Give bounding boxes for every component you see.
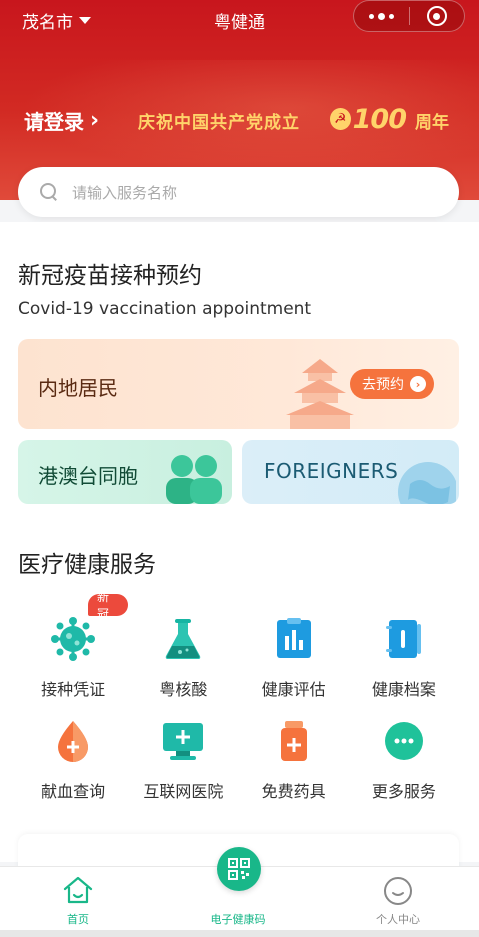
service-more[interactable]: 更多服务: [349, 710, 459, 812]
dot-icon: [389, 13, 394, 19]
login-link[interactable]: 请登录 ›: [24, 106, 99, 135]
service-label: 免费药具: [261, 782, 326, 801]
flask-icon: [166, 619, 201, 659]
more-dots-icon: [384, 722, 423, 760]
foreigners-label: FOREIGNERS: [264, 459, 399, 483]
service-label: 粤核酸: [159, 680, 208, 699]
service-internet-hospital[interactable]: 互联网医院: [128, 710, 238, 812]
search-icon: [40, 183, 58, 201]
book-label: 去预约: [362, 377, 404, 393]
service-label: 健康档案: [371, 680, 436, 699]
people-icon: [166, 455, 222, 504]
tab-health-code[interactable]: 电子健康码: [178, 847, 298, 937]
medicine-bottle-icon: [280, 721, 307, 761]
service-label: 互联网医院: [143, 782, 224, 801]
bottom-tab-bar: 首页 电子健康码 个人中心: [0, 847, 479, 937]
anniversary-suffix: 周年: [415, 113, 449, 133]
home-icon: [63, 876, 93, 904]
mainland-resident-card[interactable]: 内地居民 去预约 ›: [18, 339, 459, 429]
mainland-label: 内地居民: [38, 376, 118, 400]
service-nucleic-acid[interactable]: 粤核酸: [128, 608, 238, 710]
service-label: 健康评估: [261, 680, 326, 699]
monitor-plus-icon: [163, 723, 204, 760]
medical-section-title: 医疗健康服务: [18, 552, 156, 578]
service-label: 接种凭证: [41, 680, 106, 699]
service-health-records[interactable]: 健康档案: [349, 608, 459, 710]
login-label: 请登录: [24, 110, 84, 134]
temple-icon: [286, 359, 354, 429]
tab-home-label: 首页: [67, 913, 89, 926]
close-miniapp-button[interactable]: [410, 1, 464, 31]
medical-services-grid: 接种凭证 新冠 粤核酸 健康评估 健康档案 献血查询 互联网医院 免费药具 更多…: [18, 590, 459, 812]
arrow-right-icon: ›: [410, 376, 426, 392]
top-bar: 茂名市 粤健通: [0, 0, 479, 40]
search-placeholder: 请输入服务名称: [72, 183, 178, 202]
bottom-edge: [0, 930, 479, 937]
virus-icon: [51, 617, 96, 661]
service-health-assessment[interactable]: 健康评估: [239, 608, 349, 710]
vaccine-section-subtitle: Covid-19 vaccination appointment: [18, 299, 312, 319]
chevron-right-icon: ›: [90, 108, 100, 133]
anniversary-number: 100: [352, 103, 407, 135]
anniversary-slogan: 庆祝中国共产党成立: [138, 113, 300, 133]
anniversary-logo: ☭ 100: [330, 99, 407, 139]
globe-icon: [398, 462, 456, 504]
health-code-button[interactable]: [217, 847, 261, 891]
tab-code-label: 电子健康码: [210, 913, 266, 926]
service-blood-donation[interactable]: 献血查询: [18, 710, 128, 812]
miniapp-capsule: [353, 0, 465, 32]
target-icon: [426, 6, 447, 26]
blood-drop-icon: [58, 721, 89, 762]
smile-face-icon: [384, 877, 412, 905]
tab-me-label: 个人中心: [376, 913, 420, 926]
service-label: 献血查询: [41, 782, 106, 801]
service-label: 更多服务: [371, 782, 436, 801]
new-badge: 新冠: [88, 590, 129, 621]
tab-profile[interactable]: 个人中心: [338, 867, 458, 937]
hk-label: 港澳台同胞: [38, 464, 138, 488]
record-book-icon: [385, 620, 421, 658]
chart-clipboard-icon: [276, 618, 311, 658]
tab-home[interactable]: 首页: [18, 867, 138, 937]
dot-icon: [369, 13, 374, 19]
qr-code-icon: [228, 858, 250, 880]
dot-icon: [378, 12, 385, 20]
search-input[interactable]: 请输入服务名称: [18, 167, 459, 217]
party-emblem-icon: ☭: [330, 108, 351, 130]
service-free-medicine[interactable]: 免费药具: [239, 710, 349, 812]
hk-macau-taiwan-card[interactable]: 港澳台同胞: [18, 440, 232, 504]
more-options-button[interactable]: [354, 1, 409, 31]
book-appointment-button[interactable]: 去预约 ›: [350, 369, 434, 399]
vaccine-section-title: 新冠疫苗接种预约: [18, 263, 202, 289]
service-vaccination-certificate[interactable]: 接种凭证 新冠: [18, 590, 129, 710]
foreigners-card[interactable]: FOREIGNERS: [242, 440, 459, 504]
